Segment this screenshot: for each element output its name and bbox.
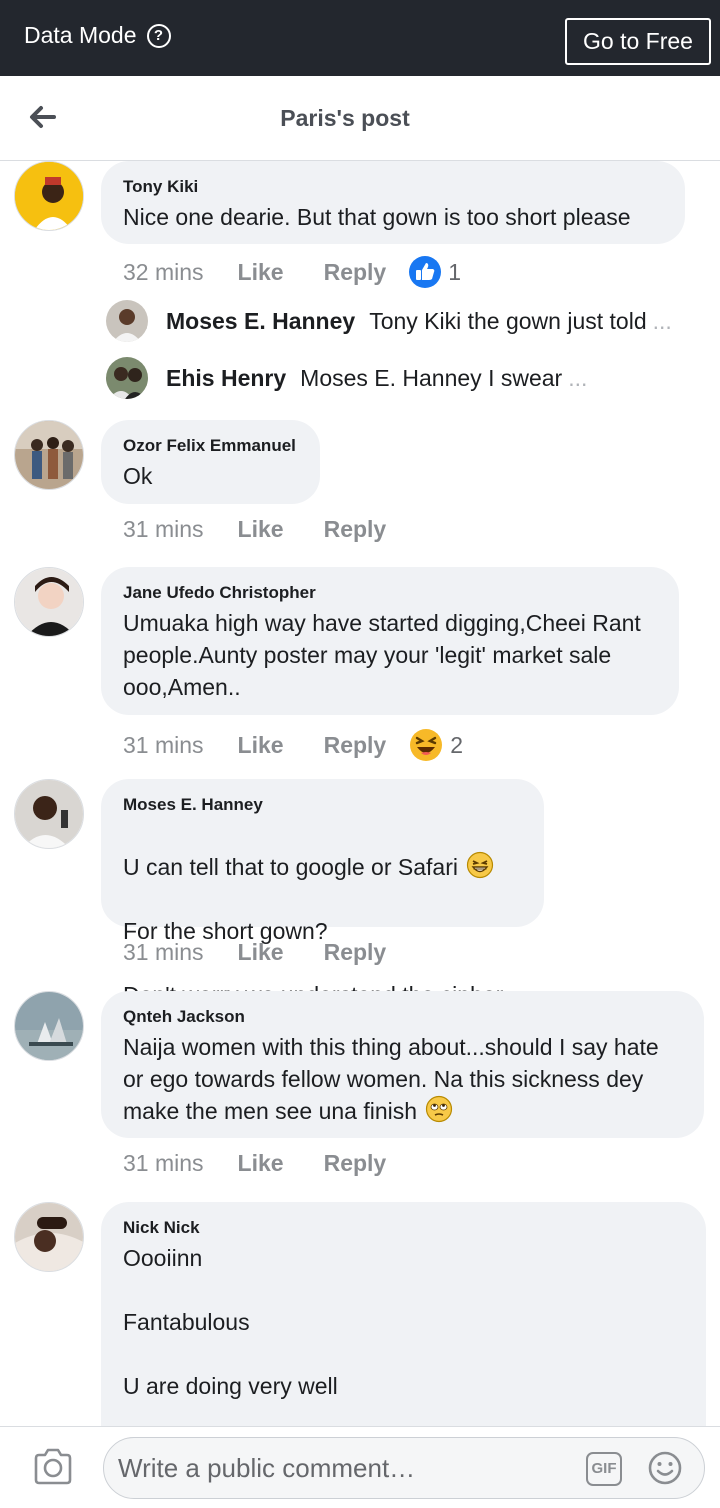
comment-time: 31 mins xyxy=(123,516,204,542)
comment-time: 32 mins xyxy=(123,258,204,285)
comment-bubble[interactable]: Ozor Felix Emmanuel Ok xyxy=(101,420,320,504)
comment-text-line-content: U can tell that to google or Safari xyxy=(123,854,458,880)
reply-button[interactable]: Reply xyxy=(324,939,387,966)
go-to-free-button[interactable]: Go to Free xyxy=(565,18,711,65)
avatar[interactable] xyxy=(14,779,84,849)
post-header: Paris's post xyxy=(0,76,720,161)
reply-text: Moses E. Hanney I swear xyxy=(300,364,563,391)
comment-actions: 31 mins Like Reply xyxy=(123,516,426,543)
avatar-image xyxy=(106,300,148,342)
avatar[interactable] xyxy=(14,567,84,637)
reply-text: Tony Kiki the gown just told xyxy=(369,307,647,334)
camera-icon[interactable] xyxy=(32,1447,74,1487)
reply-more: ... xyxy=(568,364,588,391)
reply-button[interactable]: Reply xyxy=(324,259,387,286)
comment-bubble[interactable]: Tony Kiki Nice one dearie. But that gown… xyxy=(101,161,685,244)
like-button[interactable]: Like xyxy=(238,939,284,966)
avatar-image xyxy=(106,357,148,399)
reply-preview[interactable]: Ehis Henry Moses E. Hanney I swear ... xyxy=(106,357,587,399)
data-mode-label: Data Mode xyxy=(24,22,137,48)
comment-bubble[interactable]: Qnteh Jackson Naija women with this thin… xyxy=(101,991,704,1138)
reply-button[interactable]: Reply xyxy=(324,516,387,543)
comment-actions: 31 mins Like Reply xyxy=(123,939,426,966)
reply-button[interactable]: Reply xyxy=(324,1150,387,1177)
comment-time: 31 mins xyxy=(123,939,204,965)
page-title: Paris's post xyxy=(280,105,410,131)
comment-text-content: Naija women with this thing about...shou… xyxy=(123,1034,659,1124)
reply-author[interactable]: Moses E. Hanney xyxy=(166,308,355,335)
comment-text: Oooiinn Fantabulous U are doing very wel… xyxy=(123,1245,338,1399)
comment-actions: 31 mins Like Reply 2 xyxy=(123,727,463,763)
avatar-image xyxy=(15,568,83,636)
reaction-count: 1 xyxy=(448,258,462,285)
avatar-image xyxy=(15,992,83,1060)
comment-input[interactable] xyxy=(118,1446,578,1490)
help-icon[interactable]: ? xyxy=(146,23,171,48)
reply-author[interactable]: Ehis Henry xyxy=(166,365,286,392)
avatar[interactable] xyxy=(14,1202,84,1272)
avatar[interactable] xyxy=(14,420,84,490)
comment-author[interactable]: Jane Ufedo Christopher xyxy=(123,583,657,603)
avatar[interactable] xyxy=(14,161,84,231)
like-button[interactable]: Like xyxy=(238,259,284,286)
like-button[interactable]: Like xyxy=(238,732,284,759)
sticker-emoji-icon[interactable] xyxy=(646,1449,684,1487)
avatar[interactable] xyxy=(14,991,84,1061)
comment-time: 31 mins xyxy=(123,731,204,758)
reaction-summary[interactable]: 2 xyxy=(408,727,463,763)
comment-author[interactable]: Ozor Felix Emmanuel xyxy=(123,436,298,456)
avatar-image xyxy=(15,162,83,230)
comment-text: Naija women with this thing about...shou… xyxy=(123,1031,682,1127)
reply-more: ... xyxy=(652,307,672,334)
like-button[interactable]: Like xyxy=(238,1150,284,1177)
comment-author[interactable]: Moses E. Hanney xyxy=(123,795,522,815)
rolling-eyes-emoji-icon xyxy=(425,1095,453,1123)
comment-actions: 32 mins Like Reply 1 xyxy=(123,255,461,289)
avatar-image xyxy=(15,421,83,489)
comment-author[interactable]: Tony Kiki xyxy=(123,177,663,197)
comment-bubble[interactable]: Nick Nick Oooiinn Fantabulous U are doin… xyxy=(101,1202,706,1442)
avatar xyxy=(106,300,148,342)
avatar-image xyxy=(15,1203,83,1271)
reaction-summary[interactable]: 1 xyxy=(408,255,461,289)
avatar xyxy=(106,357,148,399)
gif-button[interactable]: GIF xyxy=(586,1452,622,1486)
data-mode-indicator[interactable]: Data Mode ? xyxy=(24,22,171,49)
data-mode-bar: Data Mode ? Go to Free xyxy=(0,0,720,76)
grinning-squint-emoji-icon xyxy=(466,851,494,879)
comment-text: Ok xyxy=(123,463,153,489)
comment-input-container[interactable]: GIF xyxy=(103,1437,705,1499)
reply-button[interactable]: Reply xyxy=(324,732,387,759)
comment-composer: GIF xyxy=(0,1426,720,1508)
comment-actions: 31 mins Like Reply xyxy=(123,1150,426,1177)
comment-bubble[interactable]: Moses E. Hanney U can tell that to googl… xyxy=(101,779,544,1008)
reply-preview[interactable]: Moses E. Hanney Tony Kiki the gown just … xyxy=(106,300,672,342)
like-icon xyxy=(409,256,442,288)
laughing-emoji-icon xyxy=(410,729,443,761)
comment-bubble[interactable]: Jane Ufedo Christopher Umuaka high way h… xyxy=(101,567,679,715)
like-button[interactable]: Like xyxy=(238,516,284,543)
comment-text: Umuaka high way have started digging,Che… xyxy=(123,610,641,700)
reaction-count: 2 xyxy=(450,731,464,758)
comment-text: Nice one dearie. But that gown is too sh… xyxy=(123,204,631,230)
comment-text-line: U can tell that to google or Safari xyxy=(123,851,522,883)
avatar-image xyxy=(15,780,83,848)
comment-author[interactable]: Qnteh Jackson xyxy=(123,1007,682,1027)
comment-time: 31 mins xyxy=(123,1150,204,1176)
comment-author[interactable]: Nick Nick xyxy=(123,1218,684,1238)
